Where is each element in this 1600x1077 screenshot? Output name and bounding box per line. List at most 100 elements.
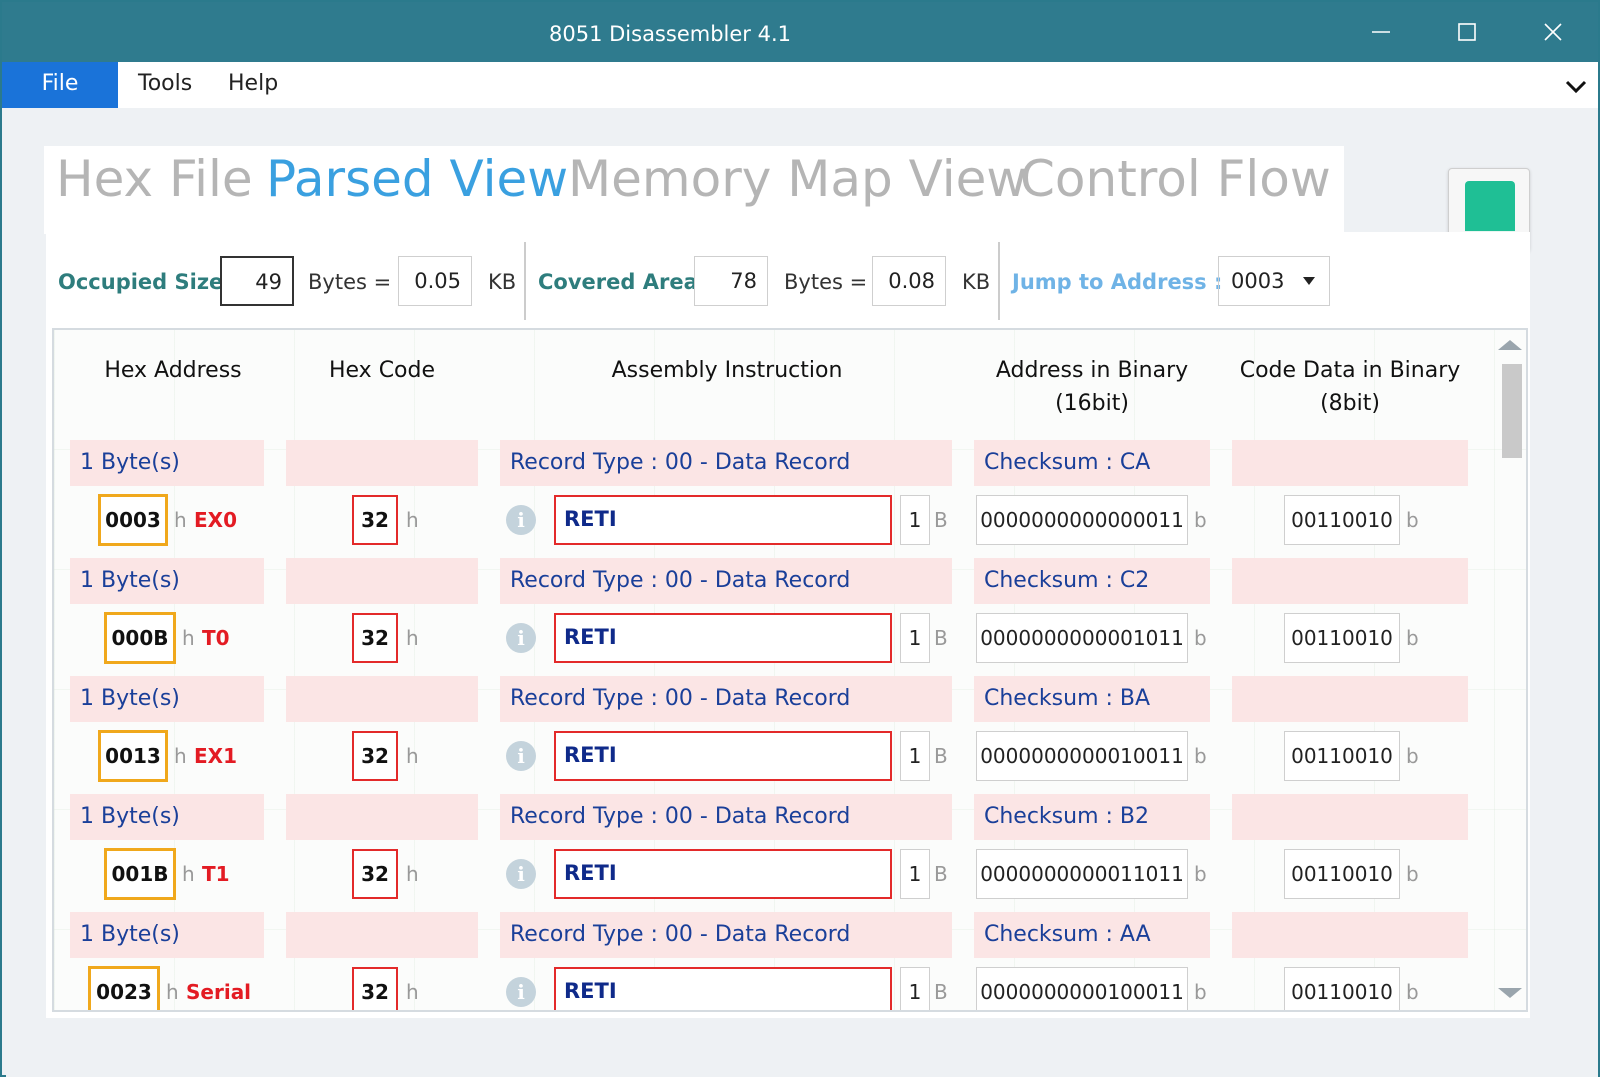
assembly-instruction-value[interactable]: RETI [554,495,892,545]
assembly-instruction-value[interactable]: RETI [554,849,892,899]
address-binary-value: 0000000000010011 [976,731,1188,781]
covered-bytes-value: 78 [694,256,768,306]
bytes-suffix-label: B [934,744,948,768]
info-icon[interactable]: i [506,859,536,889]
hex-suffix-label: h [406,744,419,768]
hex-code-value[interactable]: 32 [352,731,398,781]
byte-count-cell: 1 Byte(s) [70,440,264,486]
hex-address-value[interactable]: 000B [104,612,176,664]
hex-code-value[interactable]: 32 [352,849,398,899]
parsed-grid[interactable]: Hex Address Hex Code Assembly Instructio… [52,328,1528,1012]
record-type-cell: Record Type : 00 - Data Record [500,794,952,840]
scroll-up-arrow-icon[interactable] [1498,340,1522,350]
binary-suffix-label: b [1194,862,1207,886]
column-header-hex-code: Hex Code [328,358,436,383]
info-icon[interactable]: i [506,977,536,1007]
occupied-kb-label: KB [488,270,517,294]
column-header-code-binary-line2: (8bit) [1320,391,1380,416]
maximize-button[interactable] [1424,2,1510,62]
covered-kb-label: KB [962,270,991,294]
record-blank-cell [1232,676,1468,722]
hex-suffix-label: h [406,626,419,650]
jump-to-address-dropdown[interactable]: 0003 [1218,256,1330,306]
parsed-view-panel: Occupied Size 49 Bytes = 0.05 KB Covered… [46,232,1530,1018]
scroll-down-arrow-icon[interactable] [1498,988,1522,998]
bytes-suffix-label: B [934,508,948,532]
bytes-suffix-label: B [934,862,948,886]
interrupt-vector-label: EX1 [194,744,237,768]
info-icon[interactable]: i [506,505,536,535]
record-type-cell: Record Type : 00 - Data Record [500,912,952,958]
occupied-kb-value: 0.05 [398,256,472,306]
info-icon[interactable]: i [506,741,536,771]
tab-memory-map-view[interactable]: Memory Map View [568,150,1027,208]
record-type-cell: Record Type : 00 - Data Record [500,676,952,722]
instruction-length-value: 1 [900,849,930,899]
hex-address-value[interactable]: 001B [104,848,176,900]
bytes-suffix-label: B [934,626,948,650]
scrollbar-thumb[interactable] [1502,364,1522,458]
menu-help[interactable]: Help [228,62,278,108]
title-bar[interactable]: 8051 Disassembler 4.1 [2,2,1598,62]
hex-address-value[interactable]: 0023 [88,966,160,1010]
checksum-cell: Checksum : AA [974,912,1210,958]
assembly-instruction-value[interactable]: RETI [554,613,892,663]
binary-suffix-label: b [1194,508,1207,532]
address-binary-value: 0000000000001011 [976,613,1188,663]
code-binary-value: 00110010 [1284,849,1400,899]
code-binary-value: 00110010 [1284,495,1400,545]
column-header-address-binary-line1: Address in Binary [995,358,1189,383]
tab-control-flow[interactable]: Control Flow [1020,150,1331,208]
close-button[interactable] [1510,2,1596,62]
instruction-length-value: 1 [900,613,930,663]
column-header-address-binary: Address in Binary (16bit) [974,354,1210,420]
covered-kb-value: 0.08 [872,256,946,306]
hex-address-value[interactable]: 0013 [98,730,168,782]
interrupt-vector-label: Serial [186,980,252,1004]
tab-parsed-view[interactable]: Parsed View [266,150,568,208]
binary-suffix-label: b [1194,744,1207,768]
hex-address-value[interactable]: 0003 [98,494,168,546]
hex-code-value[interactable]: 32 [352,613,398,663]
main-content: Hex File Parsed View Memory Map View Con… [6,108,1598,1077]
menu-file[interactable]: File [2,62,118,108]
assembly-instruction-value[interactable]: RETI [554,731,892,781]
record-blank-cell [1232,912,1468,958]
maximize-icon [1458,23,1476,41]
grid-background [54,330,1526,1010]
tab-hex-file[interactable]: Hex File [56,150,253,208]
view-tabs: Hex File Parsed View Memory Map View Con… [44,146,1344,234]
hex-code-value[interactable]: 32 [352,967,398,1010]
hex-suffix-label: h [182,862,195,886]
stats-divider [998,242,1000,320]
instruction-length-value: 1 [900,967,930,1010]
binary-suffix-label: b [1406,744,1419,768]
record-blank-cell [286,558,478,604]
record-type-cell: Record Type : 00 - Data Record [500,558,952,604]
minimize-button[interactable] [1338,2,1424,62]
binary-suffix-label: b [1406,980,1419,1004]
address-binary-value: 0000000000011011 [976,849,1188,899]
assembly-instruction-value[interactable]: RETI [554,967,892,1010]
checksum-cell: Checksum : BA [974,676,1210,722]
column-header-assembly-instruction: Assembly Instruction [611,358,843,383]
hex-code-value[interactable]: 32 [352,495,398,545]
interrupt-vector-label: T1 [202,862,230,886]
instruction-length-value: 1 [900,731,930,781]
byte-count-cell: 1 Byte(s) [70,676,264,722]
menu-tools[interactable]: Tools [138,62,192,108]
record-blank-cell [286,440,478,486]
stats-divider [524,242,526,320]
hex-suffix-label: h [174,508,187,532]
hex-suffix-label: h [406,980,419,1004]
interrupt-vector-label: T0 [202,626,230,650]
menu-bar: File Tools Help [2,62,1598,108]
close-icon [1544,23,1562,41]
column-header-hex-address: Hex Address [104,358,242,383]
record-blank-cell [286,912,478,958]
occupied-bytes-value: 49 [220,256,294,306]
info-icon[interactable]: i [506,623,536,653]
ribbon-collapse-button[interactable] [1562,72,1590,100]
binary-suffix-label: b [1406,626,1419,650]
app-window: 8051 Disassembler 4.1 File Tools Help He… [0,0,1600,1077]
